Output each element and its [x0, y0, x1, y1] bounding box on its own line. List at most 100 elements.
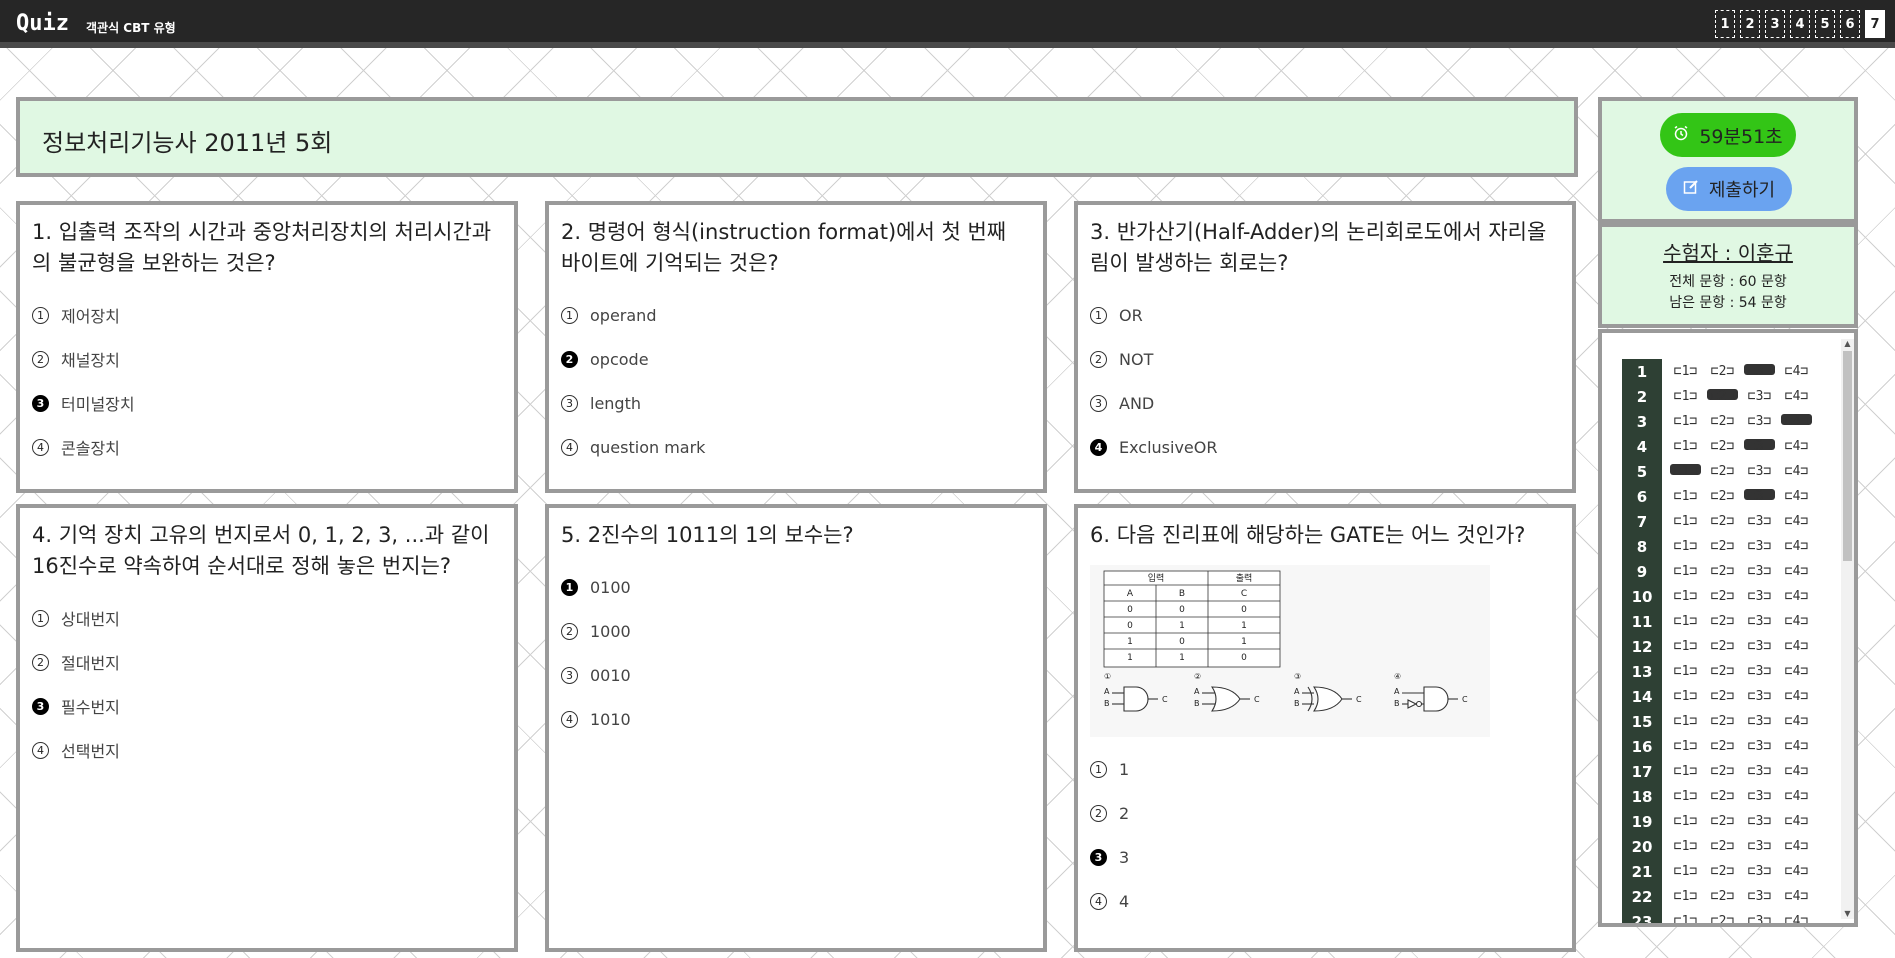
answer-choice-4[interactable]: ⊏4⊐	[1781, 739, 1812, 754]
answer-row[interactable]: 16 ⊏1⊐ ⊏2⊐ ⊏3⊐ ⊏4⊐	[1622, 734, 1818, 759]
question-number[interactable]: 15	[1622, 709, 1662, 734]
question-number[interactable]: 19	[1622, 809, 1662, 834]
option-1[interactable]: 1 operand	[561, 293, 1031, 337]
option-1[interactable]: 1 OR	[1090, 293, 1560, 337]
answer-choice-1[interactable]: ⊏1⊐	[1670, 514, 1701, 529]
answer-choice-4[interactable]: ⊏4⊐	[1781, 464, 1812, 479]
answer-choice-3[interactable]: ⊏3⊐	[1744, 714, 1775, 729]
question-number[interactable]: 12	[1622, 634, 1662, 659]
answer-choice-4[interactable]: ⊏4⊐	[1781, 364, 1812, 379]
answer-choice-3[interactable]: ⊏3⊐	[1744, 664, 1775, 679]
question-number[interactable]: 17	[1622, 759, 1662, 784]
answer-choice-2[interactable]: ⊏2⊐	[1707, 714, 1738, 729]
answer-choice-4[interactable]: ⊏4⊐	[1781, 539, 1812, 554]
answer-choice-3[interactable]: ⊏3⊐	[1744, 789, 1775, 804]
answer-choice-4[interactable]: ⊏4⊐	[1781, 639, 1812, 654]
option-3[interactable]: 33	[1090, 835, 1560, 879]
question-number[interactable]: 3	[1622, 409, 1662, 434]
answer-choice-2[interactable]: ⊏2⊐	[1707, 364, 1738, 379]
answer-choice-4[interactable]: ⊏4⊐	[1781, 714, 1812, 729]
answer-choice-1[interactable]: ⊏1⊐	[1670, 464, 1701, 479]
answer-choice-4[interactable]: ⊏4⊐	[1781, 789, 1812, 804]
question-number[interactable]: 22	[1622, 884, 1662, 909]
answer-choice-4[interactable]: ⊏4⊐	[1781, 664, 1812, 679]
answer-choice-1[interactable]: ⊏1⊐	[1670, 914, 1701, 923]
answer-choice-3[interactable]: ⊏3⊐	[1744, 464, 1775, 479]
answer-choice-2[interactable]: ⊏2⊐	[1707, 689, 1738, 704]
answer-choice-4[interactable]: ⊏4⊐	[1781, 439, 1812, 454]
answer-row[interactable]: 12 ⊏1⊐ ⊏2⊐ ⊏3⊐ ⊏4⊐	[1622, 634, 1818, 659]
page-button-7[interactable]: 7	[1865, 10, 1885, 38]
page-button-3[interactable]: 3	[1765, 10, 1785, 38]
answer-choice-2[interactable]: ⊏2⊐	[1707, 589, 1738, 604]
answer-choice-2[interactable]: ⊏2⊐	[1707, 814, 1738, 829]
answer-row[interactable]: 8 ⊏1⊐ ⊏2⊐ ⊏3⊐ ⊏4⊐	[1622, 534, 1818, 559]
answer-choice-2[interactable]: ⊏2⊐	[1707, 539, 1738, 554]
option-4[interactable]: 4 선택번지	[32, 728, 502, 772]
option-1[interactable]: 1 제어장치	[32, 293, 502, 337]
answer-choice-2[interactable]: ⊏2⊐	[1707, 439, 1738, 454]
option-2[interactable]: 2 opcode	[561, 337, 1031, 381]
answer-choice-2[interactable]: ⊏2⊐	[1707, 414, 1738, 429]
answer-choice-3[interactable]: ⊏3⊐	[1744, 364, 1775, 379]
answer-choice-2[interactable]: ⊏2⊐	[1707, 864, 1738, 879]
submit-button[interactable]: 제출하기	[1666, 167, 1792, 211]
scroll-thumb[interactable]	[1843, 351, 1852, 561]
answer-choice-1[interactable]: ⊏1⊐	[1670, 589, 1701, 604]
answer-row[interactable]: 17 ⊏1⊐ ⊏2⊐ ⊏3⊐ ⊏4⊐	[1622, 759, 1818, 784]
answer-choice-3[interactable]: ⊏3⊐	[1744, 914, 1775, 923]
answer-row[interactable]: 2 ⊏1⊐ ⊏2⊐ ⊏3⊐ ⊏4⊐	[1622, 384, 1818, 409]
answer-choice-2[interactable]: ⊏2⊐	[1707, 889, 1738, 904]
answer-row[interactable]: 23 ⊏1⊐ ⊏2⊐ ⊏3⊐ ⊏4⊐	[1622, 909, 1818, 923]
page-button-4[interactable]: 4	[1790, 10, 1810, 38]
question-number[interactable]: 8	[1622, 534, 1662, 559]
answer-row[interactable]: 6 ⊏1⊐ ⊏2⊐ ⊏3⊐ ⊏4⊐	[1622, 484, 1818, 509]
answer-choice-2[interactable]: ⊏2⊐	[1707, 664, 1738, 679]
answer-choice-1[interactable]: ⊏1⊐	[1670, 814, 1701, 829]
answer-choice-4[interactable]: ⊏4⊐	[1781, 814, 1812, 829]
answer-choice-2[interactable]: ⊏2⊐	[1707, 564, 1738, 579]
answer-choice-1[interactable]: ⊏1⊐	[1670, 414, 1701, 429]
answer-choice-4[interactable]: ⊏4⊐	[1781, 489, 1812, 504]
answer-choice-2[interactable]: ⊏2⊐	[1707, 614, 1738, 629]
answer-choice-2[interactable]: ⊏2⊐	[1707, 489, 1738, 504]
answer-choice-4[interactable]: ⊏4⊐	[1781, 764, 1812, 779]
answer-choice-3[interactable]: ⊏3⊐	[1744, 764, 1775, 779]
option-1[interactable]: 1 0100	[561, 565, 1031, 609]
option-3[interactable]: 3 0010	[561, 653, 1031, 697]
answer-choice-3[interactable]: ⊏3⊐	[1744, 414, 1775, 429]
answer-choice-1[interactable]: ⊏1⊐	[1670, 364, 1701, 379]
option-2[interactable]: 2 NOT	[1090, 337, 1560, 381]
page-button-5[interactable]: 5	[1815, 10, 1835, 38]
question-number[interactable]: 2	[1622, 384, 1662, 409]
scroll-up-icon[interactable]: ▲	[1841, 339, 1854, 349]
answer-choice-2[interactable]: ⊏2⊐	[1707, 914, 1738, 923]
answer-choice-4[interactable]: ⊏4⊐	[1781, 514, 1812, 529]
answer-choice-1[interactable]: ⊏1⊐	[1670, 689, 1701, 704]
answer-row[interactable]: 21 ⊏1⊐ ⊏2⊐ ⊏3⊐ ⊏4⊐	[1622, 859, 1818, 884]
timer-button[interactable]: 59분51초	[1660, 113, 1796, 157]
question-number[interactable]: 5	[1622, 459, 1662, 484]
answer-choice-4[interactable]: ⊏4⊐	[1781, 864, 1812, 879]
answer-choice-4[interactable]: ⊏4⊐	[1781, 614, 1812, 629]
answer-choice-3[interactable]: ⊏3⊐	[1744, 864, 1775, 879]
answer-choice-4[interactable]: ⊏4⊐	[1781, 689, 1812, 704]
option-4[interactable]: 4 question mark	[561, 425, 1031, 469]
answer-choice-4[interactable]: ⊏4⊐	[1781, 589, 1812, 604]
answer-choice-3[interactable]: ⊏3⊐	[1744, 514, 1775, 529]
option-2[interactable]: 22	[1090, 791, 1560, 835]
answer-choice-4[interactable]: ⊏4⊐	[1781, 889, 1812, 904]
answer-choice-4[interactable]: ⊏4⊐	[1781, 564, 1812, 579]
question-number[interactable]: 20	[1622, 834, 1662, 859]
answer-choice-2[interactable]: ⊏2⊐	[1707, 389, 1738, 404]
answer-choice-3[interactable]: ⊏3⊐	[1744, 814, 1775, 829]
answer-choice-2[interactable]: ⊏2⊐	[1707, 639, 1738, 654]
option-4[interactable]: 4 1010	[561, 697, 1031, 741]
question-number[interactable]: 11	[1622, 609, 1662, 634]
option-4[interactable]: 44	[1090, 879, 1560, 923]
option-3[interactable]: 3 필수번지	[32, 684, 502, 728]
answer-choice-3[interactable]: ⊏3⊐	[1744, 689, 1775, 704]
answer-choice-3[interactable]: ⊏3⊐	[1744, 739, 1775, 754]
question-number[interactable]: 6	[1622, 484, 1662, 509]
answer-row[interactable]: 10 ⊏1⊐ ⊏2⊐ ⊏3⊐ ⊏4⊐	[1622, 584, 1818, 609]
